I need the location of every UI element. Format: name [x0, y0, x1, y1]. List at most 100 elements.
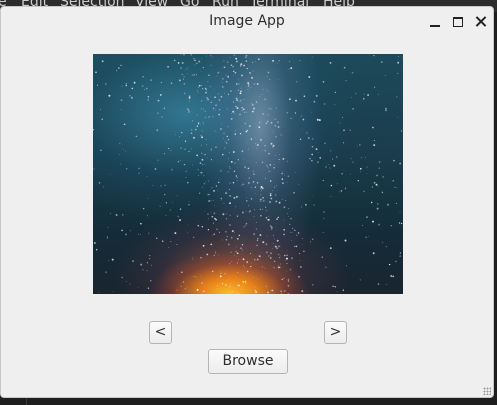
star-dot	[282, 182, 284, 184]
star-dot	[378, 161, 381, 163]
browse-button[interactable]: Browse	[208, 349, 288, 374]
star-dot	[229, 166, 231, 168]
star-dot	[210, 159, 212, 161]
star-dot	[382, 176, 384, 178]
star-dot	[200, 85, 202, 87]
star-dot	[375, 183, 378, 186]
star-dot	[210, 64, 212, 66]
star-dot	[263, 200, 265, 202]
star-dot	[188, 150, 190, 153]
star-dot	[276, 184, 277, 186]
star-dot	[366, 172, 368, 174]
star-dot	[170, 241, 172, 242]
resize-grip[interactable]	[483, 387, 491, 395]
star-dot	[210, 200, 212, 202]
star-dot	[248, 211, 250, 213]
star-dot	[287, 293, 290, 294]
star-dot	[273, 246, 275, 248]
next-image-button[interactable]: >	[324, 321, 347, 344]
star-dot	[252, 110, 255, 113]
star-dot	[179, 208, 182, 210]
star-dot	[253, 233, 256, 236]
maximize-icon[interactable]	[450, 13, 468, 31]
star-dot	[217, 190, 218, 191]
window-title: Image App	[209, 13, 285, 29]
star-dot	[363, 98, 365, 100]
star-dot	[140, 222, 142, 225]
star-dot	[268, 167, 269, 169]
star-dot	[234, 71, 237, 74]
star-dot	[183, 54, 185, 56]
star-dot	[146, 262, 148, 264]
star-dot	[111, 258, 114, 261]
star-dot	[257, 278, 258, 279]
minimize-icon[interactable]	[427, 13, 445, 31]
star-dot	[243, 63, 245, 65]
star-dot	[188, 97, 191, 99]
image-display	[93, 54, 403, 294]
star-dot	[272, 280, 273, 282]
star-dot	[176, 195, 178, 197]
star-dot	[183, 78, 185, 80]
star-dot	[146, 176, 148, 177]
star-dot	[98, 292, 100, 293]
star-dot	[337, 183, 338, 185]
star-dot	[278, 256, 281, 259]
star-dot	[223, 138, 224, 139]
star-dot	[266, 164, 268, 166]
star-dot	[349, 173, 351, 175]
close-icon[interactable]	[472, 13, 490, 31]
star-dot	[215, 185, 218, 187]
star-dot	[245, 222, 248, 225]
star-dot	[228, 188, 231, 191]
star-dot	[167, 65, 169, 68]
star-dot	[351, 71, 354, 74]
star-dot	[372, 126, 374, 129]
star-dot	[223, 60, 225, 62]
star-dot	[201, 100, 203, 102]
star-dot	[280, 292, 283, 294]
star-dot	[140, 234, 141, 235]
star-dot	[199, 162, 202, 164]
star-dot	[241, 74, 243, 77]
star-dot	[270, 226, 273, 229]
star-dot	[276, 239, 279, 242]
star-dot	[270, 122, 273, 124]
star-dot	[243, 163, 245, 165]
star-dot	[207, 194, 209, 196]
star-dot	[199, 276, 201, 277]
star-dot	[345, 80, 347, 82]
star-dot	[286, 262, 288, 264]
star-dot	[273, 131, 274, 133]
star-dot	[230, 251, 232, 253]
star-dot	[260, 194, 262, 196]
star-dot	[206, 97, 208, 99]
star-dot	[322, 179, 325, 182]
star-dot	[200, 70, 202, 72]
star-dot	[233, 196, 236, 199]
previous-image-button[interactable]: <	[149, 321, 172, 344]
star-dot	[198, 175, 199, 176]
star-dot	[248, 125, 251, 127]
star-dot	[290, 67, 293, 70]
star-dot	[212, 222, 215, 224]
star-dot	[201, 130, 203, 132]
star-dot	[126, 168, 128, 170]
star-dot	[183, 92, 186, 95]
star-dot	[287, 208, 289, 209]
star-dot	[198, 60, 201, 63]
star-dot	[241, 107, 243, 109]
star-dot	[264, 145, 265, 147]
star-dot	[204, 210, 206, 212]
star-dot	[236, 99, 238, 101]
star-dot	[255, 143, 257, 145]
star-dot	[244, 282, 247, 284]
star-dot	[288, 216, 290, 217]
star-dot	[204, 116, 207, 119]
star-dot	[226, 235, 228, 238]
star-dot	[120, 64, 122, 66]
star-dot	[243, 265, 244, 267]
window-titlebar[interactable]: Image App	[1, 7, 493, 37]
star-dot	[352, 108, 354, 110]
star-dot	[234, 276, 236, 277]
